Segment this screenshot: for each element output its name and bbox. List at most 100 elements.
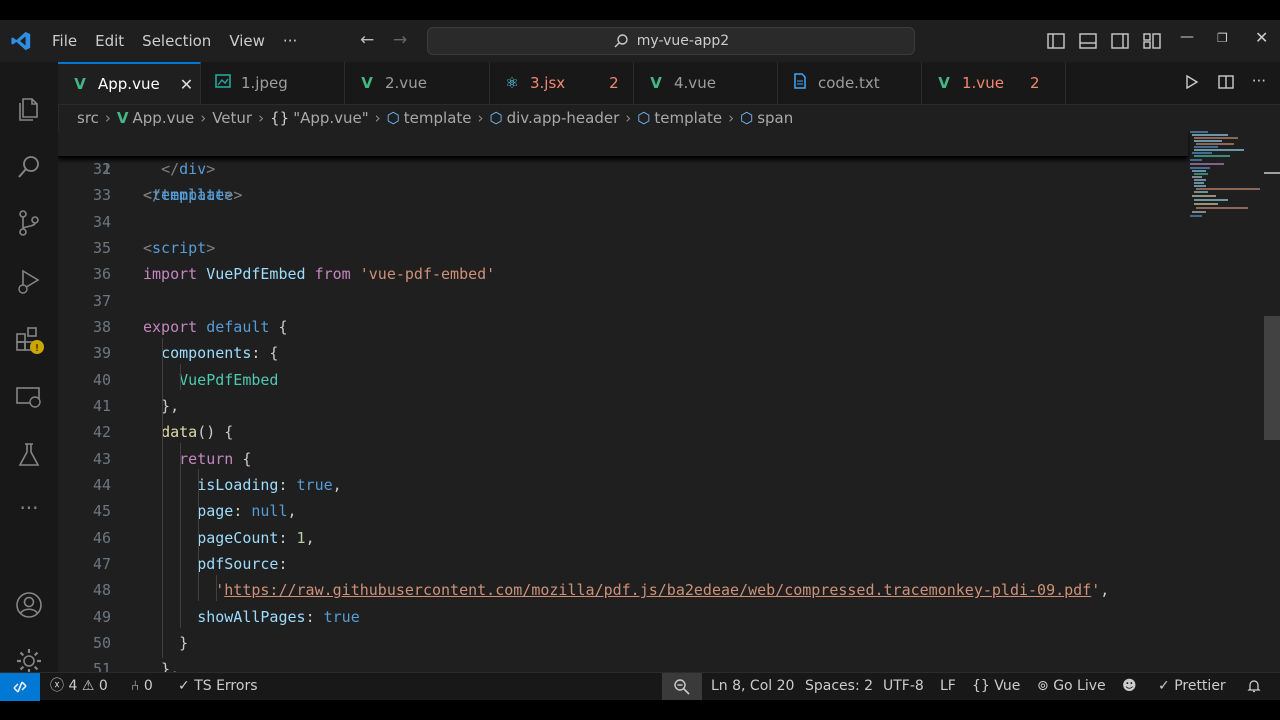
problems-indicator[interactable]: ⓧ 4 ⚠ 0	[50, 673, 108, 700]
code-editor[interactable]: 1 <template> 32 </div>33</template>3435<…	[58, 130, 1280, 672]
run-debug-icon[interactable]	[14, 266, 44, 296]
code-line[interactable]: 50 }	[58, 630, 1188, 656]
minimap[interactable]	[1188, 130, 1264, 230]
code-line[interactable]: 45 page: null,	[58, 498, 1188, 524]
cursor-position[interactable]: Ln 8, Col 20	[711, 673, 794, 700]
close-icon[interactable]: ✕	[180, 75, 193, 94]
minimize-icon[interactable]: —	[1180, 29, 1194, 45]
menu-view[interactable]: View	[229, 32, 265, 50]
go-live-button[interactable]: ⊚ Go Live	[1037, 673, 1106, 700]
indent-guide	[216, 575, 217, 601]
notifications-bell-icon[interactable]	[1246, 673, 1262, 700]
code-line[interactable]: 51 },	[58, 656, 1188, 672]
more-actions-icon[interactable]: ···	[1252, 74, 1266, 94]
language-label: Vue	[994, 678, 1021, 694]
split-editor-icon[interactable]	[1217, 74, 1234, 94]
code-line[interactable]: 47 pdfSource:	[58, 551, 1188, 577]
code-line[interactable]: 39 components: {	[58, 340, 1188, 366]
problem-count-badge: 2	[609, 74, 619, 92]
code-line[interactable]: 36 import VuePdfEmbed from 'vue-pdf-embed…	[58, 261, 1188, 287]
cube-icon: ⬡	[489, 109, 503, 127]
source-control-icon[interactable]	[14, 208, 44, 238]
tab-3-jsx[interactable]: ⚛ 3.jsx 2	[490, 62, 634, 104]
customize-layout-icon[interactable]	[1141, 30, 1163, 52]
breadcrumb-div[interactable]: div.app-header	[507, 109, 620, 127]
copilot-icon[interactable]: ☻	[1122, 673, 1137, 700]
line-number: 36	[92, 265, 111, 284]
code-line[interactable]: 48 'https://raw.githubusercontent.com/mo…	[58, 577, 1188, 603]
menu-file[interactable]: File	[52, 32, 77, 50]
prettier-status[interactable]: ✓ Prettier	[1158, 673, 1226, 700]
toggle-primary-sidebar-icon[interactable]	[1045, 30, 1067, 52]
menu-selection[interactable]: Selection	[142, 32, 211, 50]
vertical-scrollbar-thumb[interactable]	[1264, 316, 1280, 440]
forward-arrow-icon[interactable]: →	[393, 30, 407, 50]
close-window-icon[interactable]: ✕	[1255, 28, 1268, 47]
breadcrumb-file[interactable]: App.vue	[133, 109, 195, 127]
code-line[interactable]: 40 VuePdfEmbed	[58, 367, 1188, 393]
menu-more[interactable]: ···	[283, 32, 297, 50]
toggle-panel-icon[interactable]	[1077, 30, 1099, 52]
breadcrumb-span[interactable]: span	[757, 109, 793, 127]
vscode-window: File Edit Selection View ··· ← → my-vue-…	[0, 20, 1280, 701]
toggle-secondary-sidebar-icon[interactable]	[1109, 30, 1131, 52]
code-line[interactable]: 41 },	[58, 393, 1188, 419]
tab-label: code.txt	[818, 74, 880, 92]
code-line[interactable]: 35 <script>	[58, 235, 1188, 261]
encoding[interactable]: UTF-8	[883, 673, 924, 700]
svg-text:!: !	[35, 343, 39, 354]
code-line[interactable]: 42 data() {	[58, 419, 1188, 445]
code-text: pdfSource:	[197, 554, 288, 573]
code-line[interactable]: 44 isLoading: true,	[58, 472, 1188, 498]
tab-1-jpeg[interactable]: 1.jpeg	[201, 62, 345, 104]
accounts-icon[interactable]	[14, 590, 44, 620]
indentation[interactable]: Spaces: 2	[805, 673, 873, 700]
chevron-right-icon: ›	[625, 109, 632, 127]
line-number: 35	[92, 238, 111, 257]
explorer-icon[interactable]	[14, 94, 44, 124]
code-text: </div>	[161, 160, 216, 178]
search-sidebar-icon[interactable]	[14, 152, 44, 182]
restore-icon[interactable]: ❐	[1217, 31, 1228, 45]
tab-label: 3.jsx	[530, 74, 566, 92]
menu-edit[interactable]: Edit	[95, 32, 124, 50]
code-line[interactable]: 46 pageCount: 1,	[58, 525, 1188, 551]
line-number: 1	[101, 160, 111, 178]
end-of-line[interactable]: LF	[940, 673, 956, 700]
line-number: 41	[92, 396, 111, 415]
sticky-scroll-line[interactable]: 1 <template>	[58, 130, 1188, 204]
line-number: 50	[92, 633, 111, 652]
tab-app-vue[interactable]: V App.vue ✕	[58, 62, 201, 104]
extensions-icon[interactable]: !	[14, 324, 44, 354]
back-arrow-icon[interactable]: ←	[360, 30, 374, 50]
tab-2-vue[interactable]: V 2.vue	[345, 62, 490, 104]
ports-indicator[interactable]: ⑃ 0	[131, 673, 153, 700]
breadcrumb-template-inner[interactable]: template	[654, 109, 722, 127]
code-line[interactable]: 37	[58, 288, 1188, 314]
run-file-icon[interactable]	[1184, 74, 1200, 94]
zoom-indicator[interactable]	[662, 673, 702, 700]
code-line[interactable]: 38 export default {	[58, 314, 1188, 340]
breadcrumb-src[interactable]: src	[77, 109, 99, 127]
remote-indicator-icon[interactable]	[0, 673, 40, 701]
code-text: showAllPages: true	[197, 607, 360, 626]
code-line[interactable]: 43 return {	[58, 446, 1188, 472]
language-mode[interactable]: {} Vue	[972, 673, 1020, 700]
more-views-icon[interactable]: ···	[14, 496, 44, 526]
breadcrumb-template[interactable]: template	[404, 109, 472, 127]
image-icon	[213, 73, 233, 93]
command-center-search[interactable]: my-vue-app2	[427, 27, 915, 55]
tab-code-txt[interactable]: code.txt	[778, 62, 922, 104]
code-line[interactable]: 32 </div>	[58, 156, 1188, 182]
tab-4-vue[interactable]: V 4.vue	[634, 62, 778, 104]
ts-errors-indicator[interactable]: ✓ TS Errors	[178, 673, 258, 700]
code-line[interactable]: 49 showAllPages: true	[58, 604, 1188, 630]
testing-icon[interactable]	[14, 440, 44, 470]
breadcrumb-module[interactable]: "App.vue"	[293, 109, 368, 127]
code-text: components: {	[161, 344, 279, 363]
remote-explorer-icon[interactable]	[14, 382, 44, 412]
tab-1-vue[interactable]: V 1.vue 2	[922, 62, 1066, 104]
breadcrumb-vetur[interactable]: Vetur	[212, 109, 252, 127]
vue-icon: V	[116, 109, 129, 127]
code-line[interactable]: 34	[58, 209, 1188, 235]
